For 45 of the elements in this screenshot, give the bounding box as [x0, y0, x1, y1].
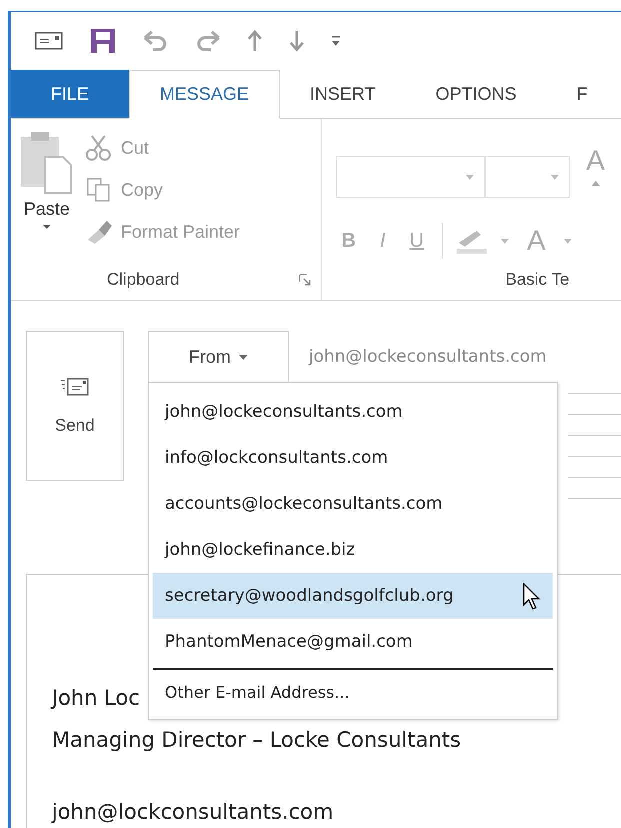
- mouse-pointer-icon: [523, 583, 541, 611]
- redo-icon[interactable]: [195, 30, 221, 52]
- group-label: Clipboard: [107, 270, 180, 290]
- up-caret-icon: [592, 181, 600, 186]
- send-button[interactable]: Send: [26, 331, 124, 481]
- menu-item[interactable]: john@lockeconsultants.com: [153, 389, 553, 435]
- down-arrow-icon[interactable]: [289, 30, 305, 52]
- body-text-line: john@lockconsultants.com: [52, 799, 334, 826]
- font-name-combo[interactable]: [336, 156, 485, 198]
- ribbon-tab[interactable]: INSERT: [280, 70, 406, 118]
- ribbon-tab[interactable]: OPTIONS: [406, 70, 547, 118]
- group-label: Basic Te: [506, 270, 570, 290]
- field-line: [568, 393, 621, 415]
- body-text-line: John Loc: [52, 685, 140, 712]
- menu-item[interactable]: info@lockconsultants.com: [153, 435, 553, 481]
- menu-item[interactable]: PhantomMenace@gmail.com: [153, 619, 553, 665]
- undo-icon[interactable]: [143, 30, 169, 52]
- up-arrow-icon[interactable]: [247, 30, 263, 52]
- ribbon-tab[interactable]: F: [546, 70, 618, 118]
- caret-icon[interactable]: [501, 238, 510, 244]
- dialog-launcher-icon[interactable]: [298, 274, 311, 286]
- ribbon-tab[interactable]: MESSAGE: [129, 70, 280, 119]
- caret-icon: [466, 174, 474, 180]
- save-icon[interactable]: [89, 27, 117, 55]
- caret-icon: [239, 354, 248, 360]
- envelope-icon[interactable]: [35, 32, 63, 50]
- menu-item[interactable]: accounts@lockeconsultants.com: [153, 481, 553, 527]
- from-button[interactable]: From: [148, 331, 289, 383]
- caret-icon: [551, 174, 560, 180]
- from-address: john@lockeconsultants.com: [309, 347, 547, 367]
- copy-icon: [85, 176, 113, 204]
- menu-item[interactable]: john@lockefinance.biz: [153, 527, 553, 573]
- field-line: [568, 435, 621, 457]
- body-text-line: Managing Director – Locke Consultants: [52, 727, 462, 754]
- font-size-combo[interactable]: [484, 156, 570, 198]
- field-line: [568, 477, 621, 499]
- paste-button[interactable]: Paste: [17, 129, 77, 230]
- customize-icon[interactable]: [331, 35, 341, 47]
- menu-item[interactable]: Other E-mail Address...: [153, 673, 553, 713]
- envelope-icon: [60, 376, 90, 398]
- caret-icon: [42, 224, 52, 230]
- file-tab[interactable]: FILE: [11, 70, 129, 118]
- menu-item[interactable]: secretary@woodlandsgolfclub.org: [153, 573, 553, 619]
- caret-icon[interactable]: [564, 238, 572, 244]
- scissors-icon: [85, 134, 113, 162]
